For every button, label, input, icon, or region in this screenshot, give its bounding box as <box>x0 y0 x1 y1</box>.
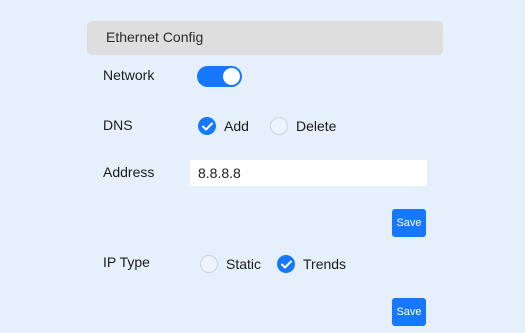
panel-title: Ethernet Config <box>106 29 204 45</box>
ip-type-option-static[interactable]: Static <box>200 255 261 273</box>
dns-label: DNS <box>103 117 133 133</box>
address-save-button[interactable]: Save <box>392 209 426 237</box>
address-input[interactable] <box>190 160 427 186</box>
dns-option-delete[interactable]: Delete <box>270 117 336 135</box>
toggle-knob <box>223 68 240 85</box>
dns-option-add[interactable]: Add <box>198 117 249 135</box>
add-option-label: Add <box>224 118 249 134</box>
delete-radio[interactable] <box>270 117 288 135</box>
right-edge-divider <box>525 0 530 333</box>
delete-option-label: Delete <box>296 118 337 134</box>
check-icon <box>201 122 213 130</box>
network-toggle[interactable] <box>197 66 242 87</box>
ethernet-config-panel: Ethernet Config Network DNS Add Delete A… <box>0 0 525 333</box>
check-icon <box>280 260 292 268</box>
trends-option-label: Trends <box>303 256 347 272</box>
trends-radio[interactable] <box>277 255 295 273</box>
panel-header: Ethernet Config <box>87 21 443 55</box>
static-option-label: Static <box>226 256 262 272</box>
add-radio[interactable] <box>198 117 216 135</box>
ip-type-save-button[interactable]: Save <box>392 298 426 326</box>
ip-type-option-trends[interactable]: Trends <box>277 255 346 273</box>
static-radio[interactable] <box>200 255 218 273</box>
address-label: Address <box>103 164 155 180</box>
ip-type-label: IP Type <box>103 254 150 270</box>
network-label: Network <box>103 67 155 83</box>
